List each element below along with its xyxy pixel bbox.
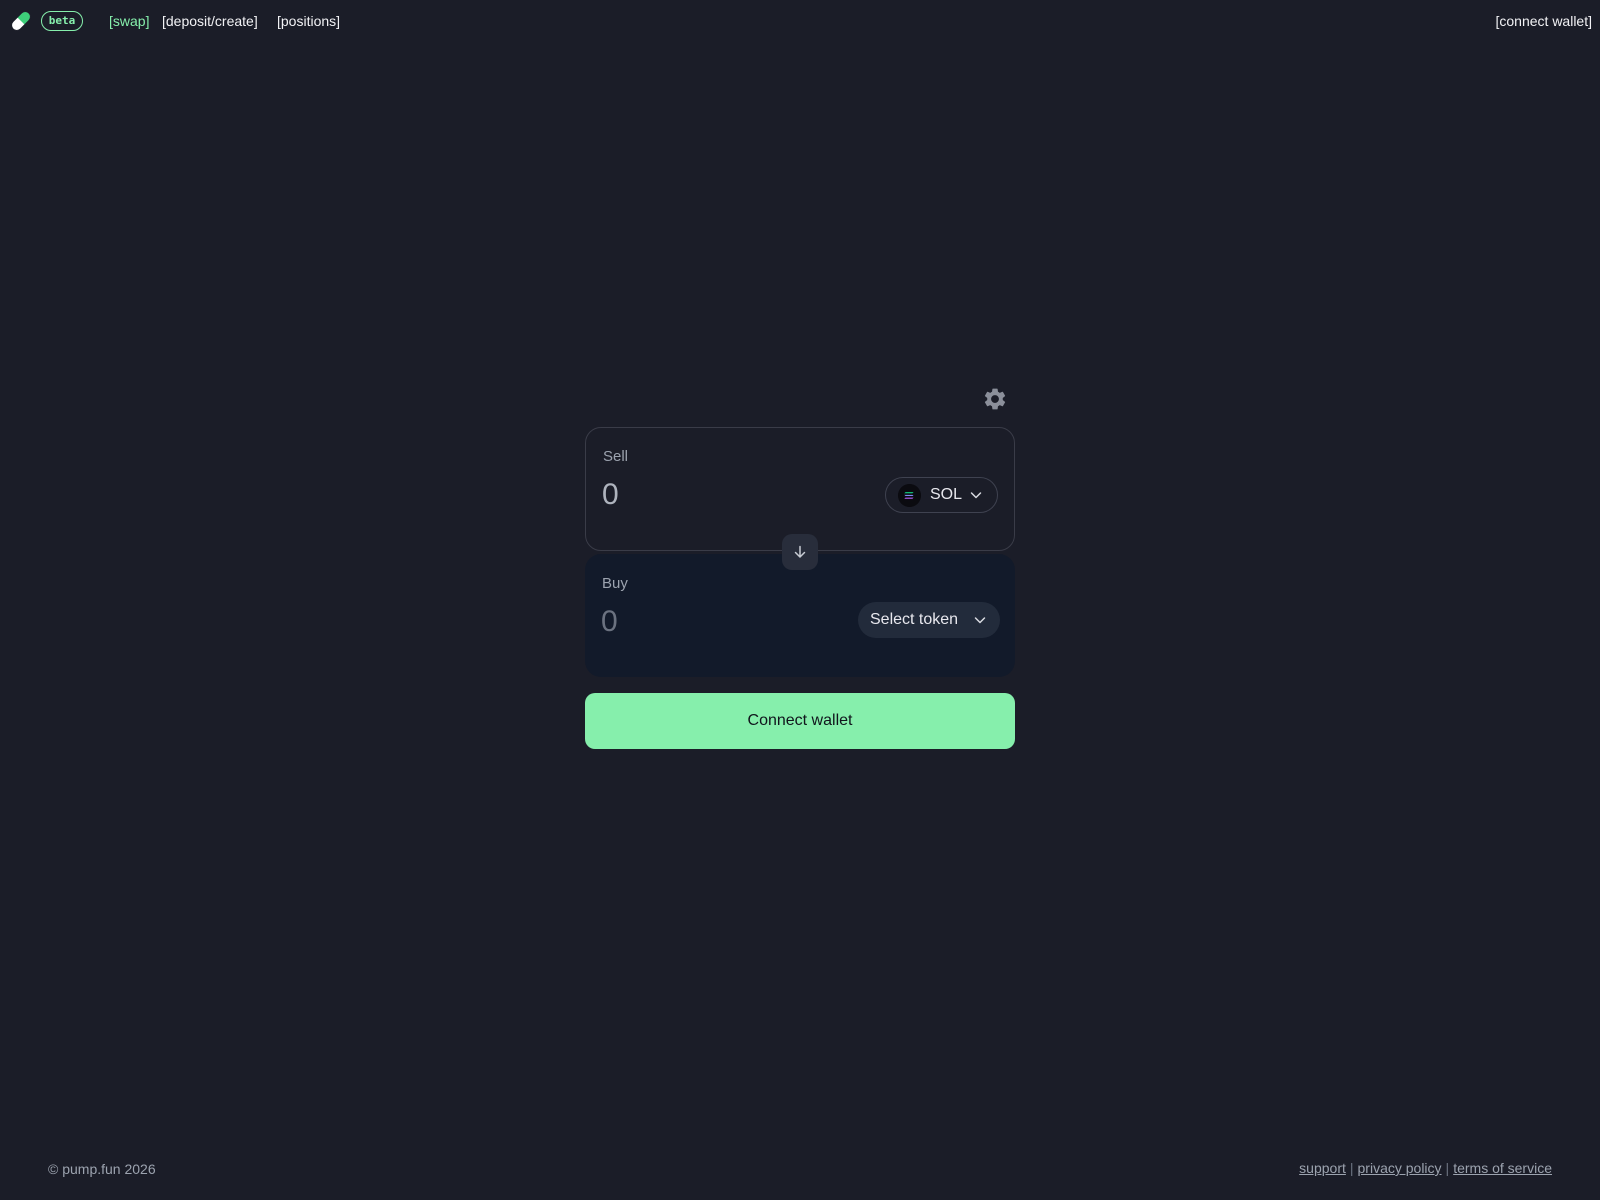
buy-amount-input[interactable] [601, 602, 841, 642]
terms-of-service-link[interactable]: terms of service [1453, 1160, 1552, 1176]
footer-separator: | [1349, 1160, 1354, 1176]
footer-links: support | privacy policy | terms of service [1299, 1160, 1552, 1176]
nav-deposit-create[interactable]: [deposit/create] [162, 12, 258, 30]
sell-label: Sell [603, 448, 629, 465]
nav-swap[interactable]: [swap] [109, 12, 149, 30]
footer-separator: | [1445, 1160, 1450, 1176]
nav-positions[interactable]: [positions] [277, 12, 340, 30]
chevron-down-icon [970, 492, 982, 499]
buy-label: Buy [602, 575, 628, 592]
arrow-down-icon [794, 545, 806, 558]
buy-panel: Buy Select token [585, 554, 1015, 677]
pill-icon[interactable] [9, 9, 33, 33]
sell-token-symbol: SOL [930, 486, 963, 503]
copyright-text: © pump.fun 2026 [48, 1161, 156, 1177]
support-link[interactable]: support [1299, 1160, 1346, 1176]
swap-direction-button[interactable] [782, 534, 818, 570]
header-connect-wallet[interactable]: [connect wallet] [1496, 12, 1593, 30]
connect-wallet-button[interactable]: Connect wallet [585, 693, 1015, 749]
privacy-policy-link[interactable]: privacy policy [1358, 1160, 1442, 1176]
buy-token-selector[interactable]: Select token [858, 602, 1000, 638]
sell-token-selector[interactable]: SOL [885, 477, 998, 513]
select-token-label: Select token [870, 611, 959, 628]
gear-icon[interactable] [982, 386, 1008, 412]
chevron-down-icon [974, 617, 986, 624]
solana-icon [898, 484, 921, 507]
beta-badge: beta [41, 11, 83, 31]
sell-panel: Sell SOL [585, 427, 1015, 551]
sell-amount-input[interactable] [602, 475, 842, 515]
top-bar: beta [swap] [deposit/create] [positions]… [0, 0, 1600, 40]
